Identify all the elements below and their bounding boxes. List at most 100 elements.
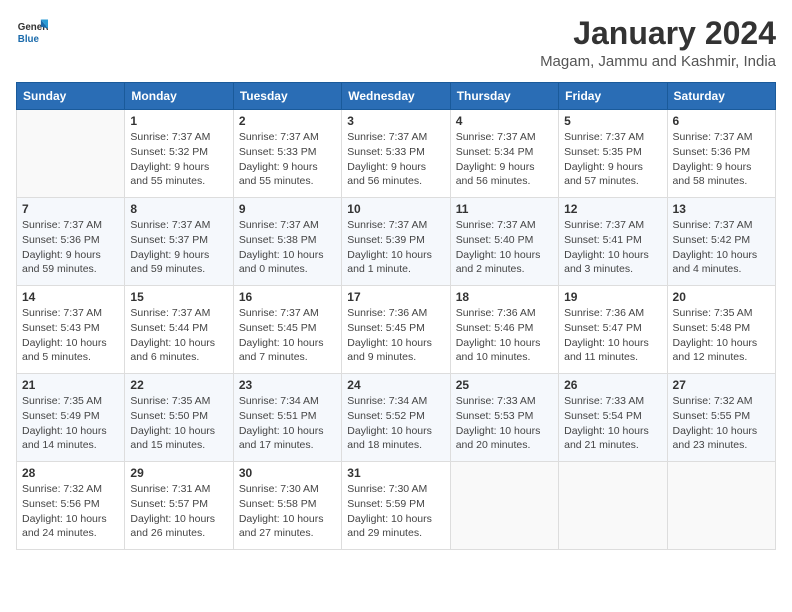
day-number: 16	[239, 290, 336, 304]
weekday-header-tuesday: Tuesday	[233, 83, 341, 110]
day-number: 3	[347, 114, 444, 128]
calendar-cell: 24 Sunrise: 7:34 AM Sunset: 5:52 PM Dayli…	[342, 374, 450, 462]
day-info: Sunrise: 7:37 AM Sunset: 5:41 PM Dayligh…	[564, 218, 661, 277]
day-info: Sunrise: 7:37 AM Sunset: 5:36 PM Dayligh…	[22, 218, 119, 277]
day-number: 1	[130, 114, 227, 128]
day-number: 29	[130, 466, 227, 480]
calendar-cell	[17, 110, 125, 198]
calendar-subtitle: Magam, Jammu and Kashmir, India	[540, 53, 776, 70]
day-number: 26	[564, 378, 661, 392]
day-number: 19	[564, 290, 661, 304]
day-number: 22	[130, 378, 227, 392]
calendar-week-3: 14Sunrise: 7:37 AM Sunset: 5:43 PM Dayli…	[17, 286, 776, 374]
calendar-cell: 13 Sunrise: 7:37 AM Sunset: 5:42 PM Dayli…	[667, 198, 775, 286]
day-info: Sunrise: 7:37 AM Sunset: 5:45 PM Dayligh…	[239, 306, 336, 365]
day-number: 18	[456, 290, 553, 304]
calendar-cell: 6Sunrise: 7:37 AM Sunset: 5:36 PM Daylig…	[667, 110, 775, 198]
calendar-cell: 27 Sunrise: 7:32 AM Sunset: 5:55 PM Dayli…	[667, 374, 775, 462]
day-info: Sunrise: 7:36 AM Sunset: 5:47 PM Dayligh…	[564, 306, 661, 365]
day-number: 15	[130, 290, 227, 304]
calendar-cell: 7 Sunrise: 7:37 AM Sunset: 5:36 PM Daylig…	[17, 198, 125, 286]
calendar-cell: 21Sunrise: 7:35 AM Sunset: 5:49 PM Dayli…	[17, 374, 125, 462]
day-number: 30	[239, 466, 336, 480]
calendar-cell: 19 Sunrise: 7:36 AM Sunset: 5:47 PM Dayli…	[559, 286, 667, 374]
day-info: Sunrise: 7:35 AM Sunset: 5:50 PM Dayligh…	[130, 394, 227, 453]
calendar-week-1: 1 Sunrise: 7:37 AM Sunset: 5:32 PM Daylig…	[17, 110, 776, 198]
day-number: 27	[673, 378, 770, 392]
day-info: Sunrise: 7:36 AM Sunset: 5:46 PM Dayligh…	[456, 306, 553, 365]
day-number: 9	[239, 202, 336, 216]
calendar-cell: 26 Sunrise: 7:33 AM Sunset: 5:54 PM Dayli…	[559, 374, 667, 462]
calendar-cell: 1 Sunrise: 7:37 AM Sunset: 5:32 PM Daylig…	[125, 110, 233, 198]
calendar-cell	[667, 462, 775, 550]
calendar-cell: 17 Sunrise: 7:36 AM Sunset: 5:45 PM Dayli…	[342, 286, 450, 374]
day-number: 25	[456, 378, 553, 392]
day-number: 5	[564, 114, 661, 128]
calendar-cell: 18 Sunrise: 7:36 AM Sunset: 5:46 PM Dayli…	[450, 286, 558, 374]
weekday-header-monday: Monday	[125, 83, 233, 110]
calendar-cell: 22 Sunrise: 7:35 AM Sunset: 5:50 PM Dayli…	[125, 374, 233, 462]
day-number: 20	[673, 290, 770, 304]
day-info: Sunrise: 7:33 AM Sunset: 5:53 PM Dayligh…	[456, 394, 553, 453]
calendar-cell: 29 Sunrise: 7:31 AM Sunset: 5:57 PM Dayli…	[125, 462, 233, 550]
calendar-week-5: 28 Sunrise: 7:32 AM Sunset: 5:56 PM Dayli…	[17, 462, 776, 550]
svg-text:Blue: Blue	[18, 34, 40, 45]
calendar-week-2: 7 Sunrise: 7:37 AM Sunset: 5:36 PM Daylig…	[17, 198, 776, 286]
day-info: Sunrise: 7:36 AM Sunset: 5:45 PM Dayligh…	[347, 306, 444, 365]
weekday-header-saturday: Saturday	[667, 83, 775, 110]
calendar-cell: 30 Sunrise: 7:30 AM Sunset: 5:58 PM Dayli…	[233, 462, 341, 550]
calendar-cell: 15 Sunrise: 7:37 AM Sunset: 5:44 PM Dayli…	[125, 286, 233, 374]
day-number: 12	[564, 202, 661, 216]
weekday-header-friday: Friday	[559, 83, 667, 110]
day-number: 24	[347, 378, 444, 392]
title-block: January 2024 Magam, Jammu and Kashmir, I…	[540, 16, 776, 70]
day-number: 10	[347, 202, 444, 216]
calendar-table: SundayMondayTuesdayWednesdayThursdayFrid…	[16, 82, 776, 550]
day-number: 11	[456, 202, 553, 216]
day-number: 7	[22, 202, 119, 216]
weekday-header-row: SundayMondayTuesdayWednesdayThursdayFrid…	[17, 83, 776, 110]
page-header: General Blue January 2024 Magam, Jammu a…	[16, 16, 776, 70]
day-info: Sunrise: 7:37 AM Sunset: 5:34 PM Dayligh…	[456, 130, 553, 189]
day-info: Sunrise: 7:37 AM Sunset: 5:36 PM Dayligh…	[673, 130, 770, 189]
day-number: 21	[22, 378, 119, 392]
day-info: Sunrise: 7:31 AM Sunset: 5:57 PM Dayligh…	[130, 482, 227, 541]
calendar-cell: 25 Sunrise: 7:33 AM Sunset: 5:53 PM Dayli…	[450, 374, 558, 462]
weekday-header-thursday: Thursday	[450, 83, 558, 110]
day-number: 17	[347, 290, 444, 304]
day-info: Sunrise: 7:35 AM Sunset: 5:48 PM Dayligh…	[673, 306, 770, 365]
day-info: Sunrise: 7:34 AM Sunset: 5:52 PM Dayligh…	[347, 394, 444, 453]
calendar-cell: 9 Sunrise: 7:37 AM Sunset: 5:38 PM Daylig…	[233, 198, 341, 286]
day-number: 13	[673, 202, 770, 216]
calendar-cell: 3Sunrise: 7:37 AM Sunset: 5:33 PM Daylig…	[342, 110, 450, 198]
calendar-cell: 16 Sunrise: 7:37 AM Sunset: 5:45 PM Dayli…	[233, 286, 341, 374]
day-info: Sunrise: 7:37 AM Sunset: 5:38 PM Dayligh…	[239, 218, 336, 277]
day-info: Sunrise: 7:33 AM Sunset: 5:54 PM Dayligh…	[564, 394, 661, 453]
day-number: 28	[22, 466, 119, 480]
day-info: Sunrise: 7:37 AM Sunset: 5:35 PM Dayligh…	[564, 130, 661, 189]
day-number: 2	[239, 114, 336, 128]
day-number: 23	[239, 378, 336, 392]
weekday-header-sunday: Sunday	[17, 83, 125, 110]
calendar-cell: 14Sunrise: 7:37 AM Sunset: 5:43 PM Dayli…	[17, 286, 125, 374]
logo-icon: General Blue	[16, 16, 48, 48]
calendar-cell: 2Sunrise: 7:37 AM Sunset: 5:33 PM Daylig…	[233, 110, 341, 198]
calendar-cell: 28 Sunrise: 7:32 AM Sunset: 5:56 PM Dayli…	[17, 462, 125, 550]
calendar-cell: 20 Sunrise: 7:35 AM Sunset: 5:48 PM Dayli…	[667, 286, 775, 374]
day-info: Sunrise: 7:37 AM Sunset: 5:42 PM Dayligh…	[673, 218, 770, 277]
calendar-cell: 4 Sunrise: 7:37 AM Sunset: 5:34 PM Daylig…	[450, 110, 558, 198]
day-number: 4	[456, 114, 553, 128]
day-info: Sunrise: 7:32 AM Sunset: 5:56 PM Dayligh…	[22, 482, 119, 541]
calendar-cell	[559, 462, 667, 550]
day-number: 14	[22, 290, 119, 304]
day-info: Sunrise: 7:34 AM Sunset: 5:51 PM Dayligh…	[239, 394, 336, 453]
day-info: Sunrise: 7:32 AM Sunset: 5:55 PM Dayligh…	[673, 394, 770, 453]
day-info: Sunrise: 7:37 AM Sunset: 5:32 PM Dayligh…	[130, 130, 227, 189]
day-info: Sunrise: 7:30 AM Sunset: 5:58 PM Dayligh…	[239, 482, 336, 541]
day-info: Sunrise: 7:37 AM Sunset: 5:39 PM Dayligh…	[347, 218, 444, 277]
day-info: Sunrise: 7:37 AM Sunset: 5:44 PM Dayligh…	[130, 306, 227, 365]
calendar-week-4: 21Sunrise: 7:35 AM Sunset: 5:49 PM Dayli…	[17, 374, 776, 462]
day-info: Sunrise: 7:37 AM Sunset: 5:40 PM Dayligh…	[456, 218, 553, 277]
day-info: Sunrise: 7:30 AM Sunset: 5:59 PM Dayligh…	[347, 482, 444, 541]
day-number: 8	[130, 202, 227, 216]
